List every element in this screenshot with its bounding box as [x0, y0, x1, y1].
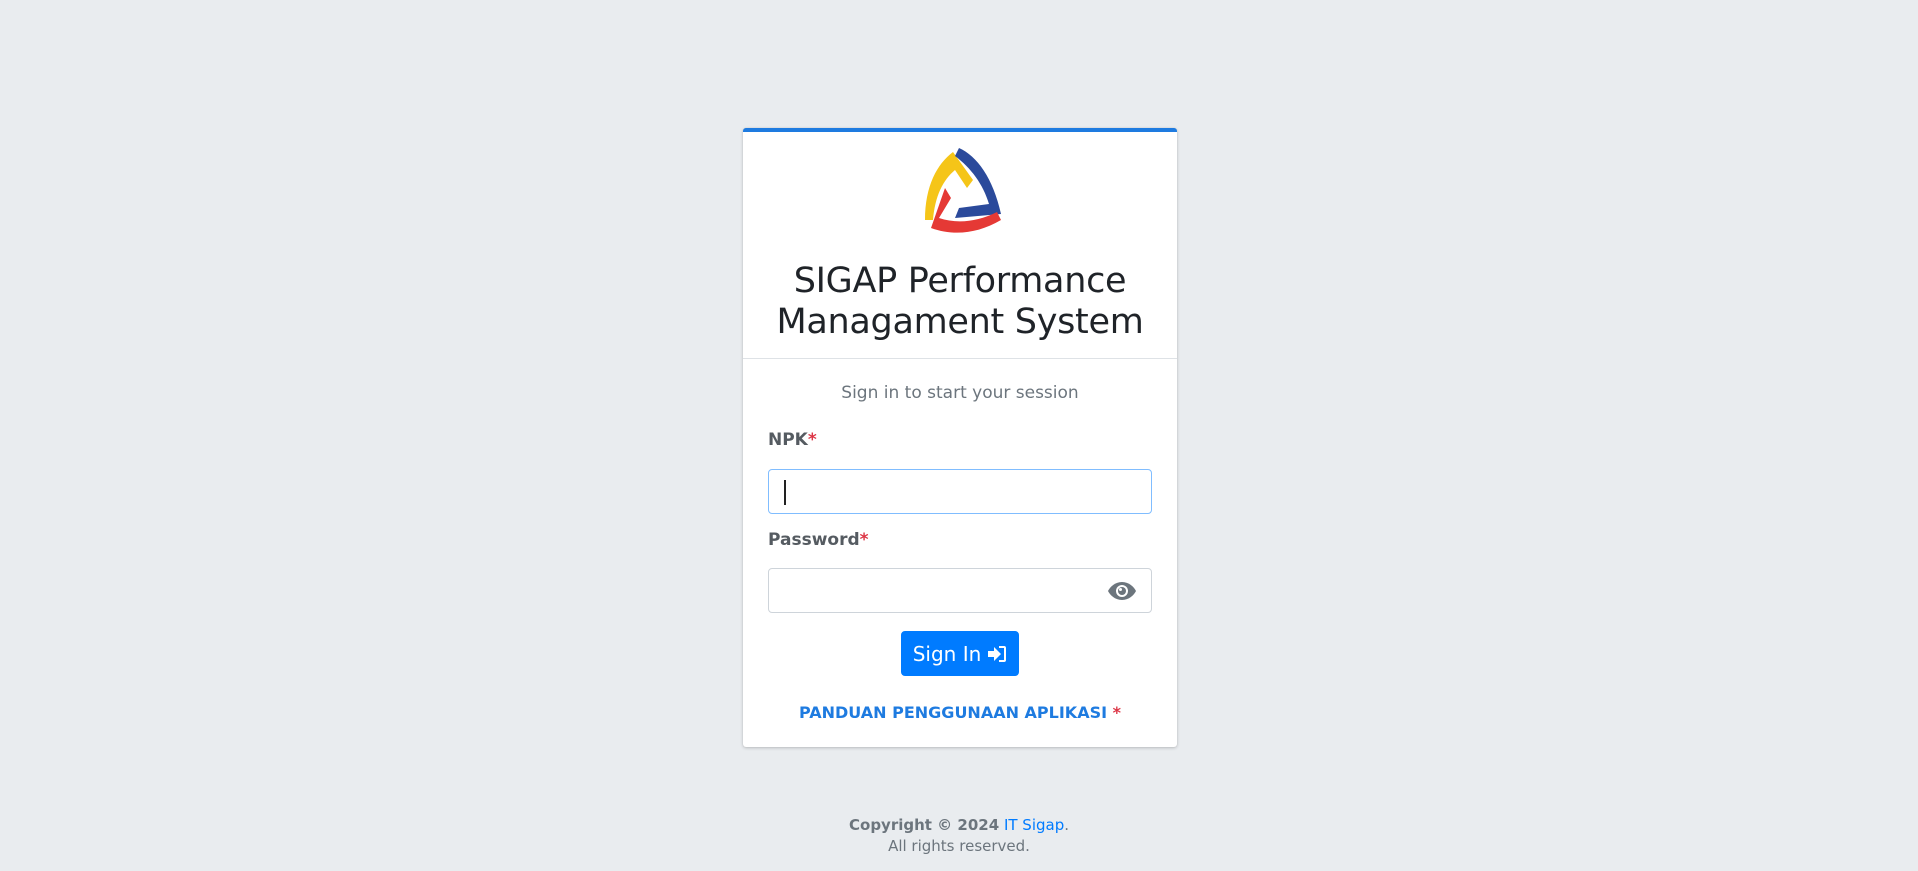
required-mark: * — [859, 530, 869, 550]
required-mark: * — [807, 430, 817, 450]
password-field[interactable] — [768, 568, 1152, 613]
npk-label-text: NPK — [768, 430, 808, 450]
footer: Copyright © 2024 IT Sigap. All rights re… — [0, 815, 1918, 857]
login-page: SIGAP Performance Managament System Sign… — [0, 0, 1918, 871]
guide-link-text[interactable]: PANDUAN PENGGUNAAN APLIKASI — [799, 703, 1107, 722]
app-title: SIGAP Performance Managament System — [776, 261, 1144, 342]
text-caret — [784, 480, 786, 505]
session-message: Sign in to start your session — [841, 383, 1079, 403]
eye-icon[interactable] — [1107, 581, 1137, 601]
company-link[interactable]: IT Sigap — [1004, 816, 1064, 834]
npk-input[interactable] — [769, 470, 1117, 513]
password-label-text: Password — [768, 530, 860, 550]
password-label: Password* — [768, 530, 869, 550]
copyright-text: Copyright © 2024 — [849, 816, 1000, 834]
password-input[interactable] — [769, 569, 1117, 612]
npk-field[interactable] — [768, 469, 1152, 514]
copyright-line: Copyright © 2024 IT Sigap. — [0, 815, 1918, 836]
sigap-logo-icon — [925, 148, 1001, 233]
guide-link[interactable]: PANDUAN PENGGUNAAN APLIKASI * — [743, 703, 1177, 722]
rights-text: All rights reserved. — [888, 837, 1030, 855]
copyright-period: . — [1064, 816, 1069, 834]
sign-in-label: Sign In — [912, 641, 982, 666]
login-card: SIGAP Performance Managament System Sign… — [743, 128, 1177, 747]
card-body: Sign in to start your session NPK* Passw… — [743, 359, 1177, 747]
sign-in-icon — [988, 645, 1007, 662]
npk-label: NPK* — [768, 430, 817, 450]
sign-in-button[interactable]: Sign In — [901, 631, 1019, 676]
card-header: SIGAP Performance Managament System — [743, 132, 1177, 359]
guide-required-mark: * — [1112, 703, 1122, 722]
